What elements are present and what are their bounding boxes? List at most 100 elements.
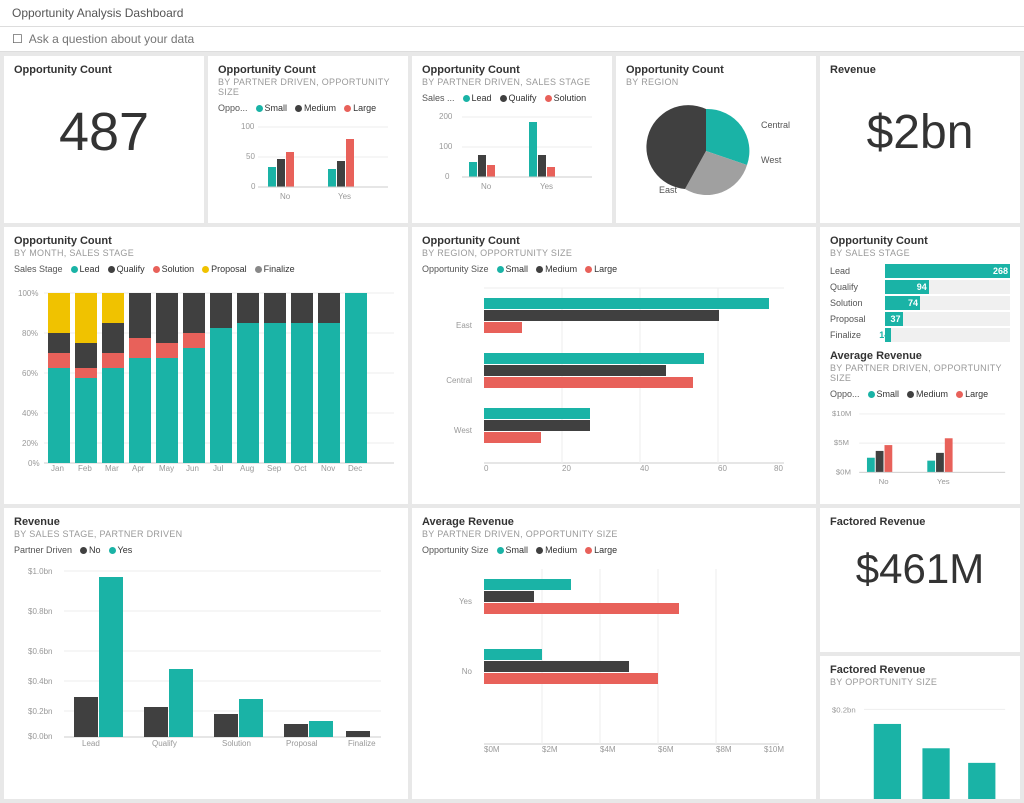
svg-text:Central: Central <box>761 120 790 130</box>
svg-text:40: 40 <box>640 464 649 473</box>
svg-text:Mar: Mar <box>105 464 119 473</box>
svg-text:Oct: Oct <box>294 464 307 473</box>
svg-text:0: 0 <box>484 464 489 473</box>
svg-text:West: West <box>761 155 782 165</box>
legend-qualify: Qualify <box>500 93 537 103</box>
legend-small: Small <box>256 103 288 113</box>
svg-text:Finalize: Finalize <box>348 739 376 748</box>
svg-text:Yes: Yes <box>540 182 553 191</box>
opp-size-label: Opportunity Size <box>422 264 489 274</box>
svg-text:Yes: Yes <box>338 192 351 201</box>
dashboard: Opportunity Count 487 Opportunity Count … <box>0 52 1024 803</box>
opp-count-title: Opportunity Count <box>14 64 194 76</box>
svg-text:Jan: Jan <box>51 464 64 473</box>
svg-text:Qualify: Qualify <box>152 739 177 748</box>
card-opp-partner: Opportunity Count BY PARTNER DRIVEN, OPP… <box>208 56 408 223</box>
svg-text:40%: 40% <box>22 409 38 418</box>
avg-rev-card-subtitle: BY PARTNER DRIVEN, OPPORTUNITY SIZE <box>422 529 806 539</box>
svg-text:$0.0bn: $0.0bn <box>28 732 52 741</box>
rev-stage-subtitle: BY SALES STAGE, PARTNER DRIVEN <box>14 529 398 539</box>
revenue-title: Revenue <box>830 64 1010 76</box>
svg-text:$0.4bn: $0.4bn <box>28 677 52 686</box>
factored-small-subtitle: BY OPPORTUNITY SIZE <box>830 677 1010 687</box>
svg-text:100: 100 <box>439 142 453 151</box>
svg-text:50: 50 <box>246 152 255 161</box>
region-size-legend: Opportunity Size Small Medium Large <box>422 264 806 274</box>
avg-rev-title: Average Revenue <box>422 516 806 528</box>
proposal-row: Proposal 37 <box>830 312 1010 326</box>
svg-text:$8M: $8M <box>716 745 732 754</box>
sales-stage-card-subtitle: BY SALES STAGE <box>830 248 1010 258</box>
qa-input[interactable] <box>29 32 329 46</box>
card-opp-sales-stage-partner: Opportunity Count BY PARTNER DRIVEN, SAL… <box>412 56 612 223</box>
sales-stage-label: Sales Stage <box>14 264 63 274</box>
region-size-subtitle: BY REGION, OPPORTUNITY SIZE <box>422 248 806 258</box>
legend-solution: Solution <box>545 93 587 103</box>
svg-text:Apr: Apr <box>132 464 145 473</box>
opp-partner-legend: Oppo... Small Medium Large <box>218 103 398 113</box>
rev-stage-legend: Partner Driven No Yes <box>14 545 398 555</box>
svg-text:Solution: Solution <box>222 739 251 748</box>
svg-text:$4M: $4M <box>600 745 616 754</box>
lead-row: Lead 268 <box>830 264 1010 278</box>
svg-text:No: No <box>280 192 291 201</box>
svg-text:20%: 20% <box>22 439 38 448</box>
card-factored-big: Factored Revenue $461M <box>820 508 1020 652</box>
qualify-row: Qualify 94 <box>830 280 1010 294</box>
card-right-panel: Opportunity Count BY SALES STAGE Lead 26… <box>820 227 1020 504</box>
svg-text:Sep: Sep <box>267 464 282 473</box>
card-avg-revenue: Average Revenue BY PARTNER DRIVEN, OPPOR… <box>412 508 816 799</box>
revenue-value: $2bn <box>830 77 1010 187</box>
card-opp-month: Opportunity Count BY MONTH, SALES STAGE … <box>4 227 408 504</box>
svg-text:$10M: $10M <box>832 409 851 418</box>
svg-text:$0.8bn: $0.8bn <box>28 607 52 616</box>
svg-text:May: May <box>159 464 174 473</box>
revenue-stage-chart: $1.0bn $0.8bn $0.6bn $0.4bn $0.2bn $0.0b… <box>14 559 398 749</box>
legend-medium: Medium <box>295 103 336 113</box>
svg-text:Dec: Dec <box>348 464 362 473</box>
avg-revenue-subtitle: BY PARTNER DRIVEN, OPPORTUNITY SIZE <box>830 363 1010 383</box>
svg-text:Jul: Jul <box>213 464 223 473</box>
finalize-legend: Finalize <box>255 264 295 274</box>
stage-bars: Lead 268 Qualify 94 Solution <box>830 264 1010 342</box>
factored-rev-value: $461M <box>830 529 1010 609</box>
svg-text:West: West <box>454 426 473 435</box>
svg-text:$2M: $2M <box>542 745 558 754</box>
svg-text:No: No <box>879 477 889 486</box>
opp-partner-subtitle: BY PARTNER DRIVEN, OPPORTUNITY SIZE <box>218 77 398 97</box>
svg-text:Nov: Nov <box>321 464 335 473</box>
proposal-legend: Proposal <box>202 264 247 274</box>
svg-text:Jun: Jun <box>186 464 199 473</box>
qualify-legend: Qualify <box>108 264 145 274</box>
factored-small-title: Factored Revenue <box>830 664 1010 676</box>
legend-oppo-label: Oppo... <box>218 103 248 113</box>
svg-text:$6M: $6M <box>658 745 674 754</box>
opp-count-value: 487 <box>14 77 194 187</box>
svg-text:0%: 0% <box>28 459 40 468</box>
opp-region-title: Opportunity Count <box>626 64 806 76</box>
svg-text:Yes: Yes <box>937 477 950 486</box>
svg-text:Feb: Feb <box>78 464 92 473</box>
card-revenue-stage: Revenue BY SALES STAGE, PARTNER DRIVEN P… <box>4 508 408 799</box>
svg-text:100: 100 <box>241 122 255 131</box>
large-legend: Large <box>585 264 617 274</box>
month-legend: Sales Stage Lead Qualify Solution Propos… <box>14 264 398 274</box>
svg-text:East: East <box>456 321 473 330</box>
stage-legend: Sales ... Lead Qualify Solution <box>422 93 602 103</box>
svg-text:60: 60 <box>718 464 727 473</box>
small-legend: Small <box>497 264 529 274</box>
opp-region-subtitle: BY REGION <box>626 77 806 87</box>
svg-text:Proposal: Proposal <box>286 739 318 748</box>
opp-stage-partner-chart: 200 100 0 No Yes <box>422 107 602 202</box>
sales-stage-card-title: Opportunity Count <box>830 235 1010 247</box>
factored-right-panel: Factored Revenue $461M Factored Revenue … <box>820 508 1020 799</box>
svg-text:$0M: $0M <box>836 467 851 476</box>
svg-text:Yes: Yes <box>459 597 472 606</box>
svg-text:$1.0bn: $1.0bn <box>28 567 52 576</box>
legend-lead: Lead <box>463 93 492 103</box>
app-header: Opportunity Analysis Dashboard ☐ <box>0 0 1024 52</box>
svg-text:$0.2bn: $0.2bn <box>832 705 856 714</box>
opp-month-title: Opportunity Count <box>14 235 398 247</box>
svg-text:$10M: $10M <box>764 745 784 754</box>
avg-revenue-horiz-chart: $0M $2M $4M $6M $8M $10M Yes No <box>422 559 806 754</box>
